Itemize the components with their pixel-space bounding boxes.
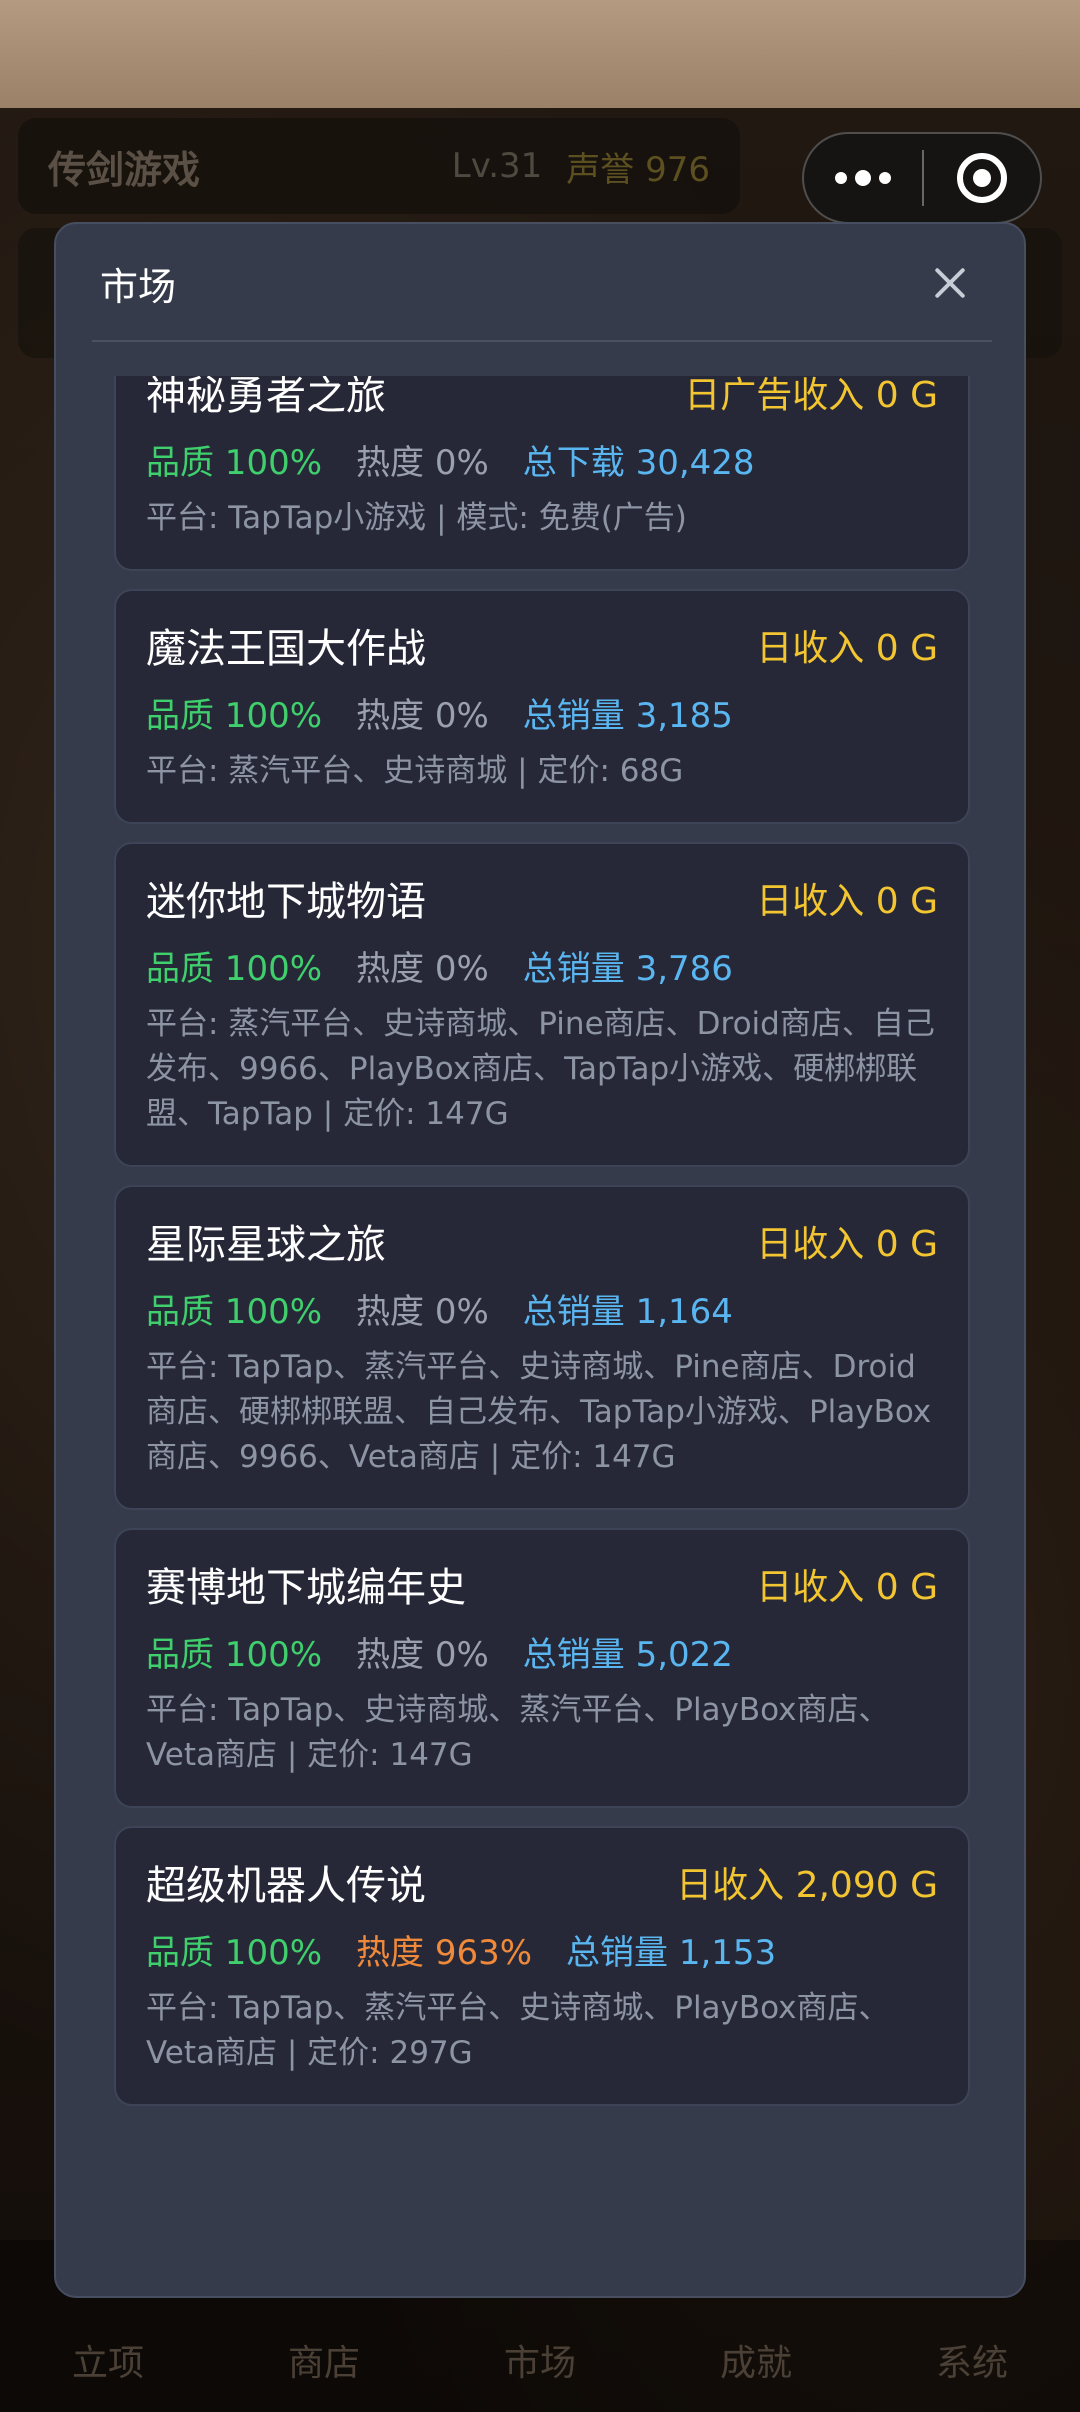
- card-stats: 品质 100% 热度 0% 总销量 3,185: [146, 687, 938, 737]
- daily-income: 日收入 0 G: [756, 628, 938, 669]
- card-header: 超级机器人传说 日收入 2,090 G: [146, 1854, 938, 1910]
- card-stats: 品质 100% 热度 0% 总销量 5,022: [146, 1626, 938, 1676]
- game-card[interactable]: 星际星球之旅 日收入 0 G 品质 100% 热度 0% 总销量 1,164 平…: [114, 1185, 970, 1510]
- game-list: 神秘勇者之旅 日广告收入 0 G 品质 100% 热度 0% 总下载 30,42…: [114, 376, 970, 2124]
- miniprogram-capsule: [802, 132, 1042, 224]
- card-header: 星际星球之旅 日收入 0 G: [146, 1213, 938, 1269]
- card-stats: 品质 100% 热度 0% 总下载 30,428: [146, 434, 938, 484]
- game-name: 迷你地下城物语: [146, 879, 426, 925]
- sales-stat: 总销量 1,164: [522, 1291, 733, 1332]
- daily-income: 日收入 2,090 G: [676, 1865, 938, 1906]
- card-header: 赛博地下城编年史 日收入 0 G: [146, 1556, 938, 1612]
- heat-stat: 热度 0%: [356, 1634, 489, 1675]
- card-stats: 品质 100% 热度 963% 总销量 1,153: [146, 1924, 938, 1974]
- sales-stat: 总销量 3,786: [522, 948, 733, 989]
- quality-stat: 品质 100%: [146, 948, 323, 989]
- hud-title: 传剑游戏: [48, 147, 201, 192]
- game-card[interactable]: 迷你地下城物语 日收入 0 G 品质 100% 热度 0% 总销量 3,786 …: [114, 842, 970, 1167]
- game-name: 神秘勇者之旅: [146, 376, 386, 419]
- quality-stat: 品质 100%: [146, 1634, 323, 1675]
- platform-detail: 平台: TapTap、史诗商城、蒸汽平台、PlayBox商店、Veta商店 | …: [146, 1692, 890, 1773]
- platform-detail: 平台: 蒸汽平台、史诗商城 | 定价: 68G: [146, 753, 684, 789]
- game-name: 超级机器人传说: [146, 1863, 426, 1909]
- target-icon: [957, 153, 1007, 203]
- quality-stat: 品质 100%: [146, 1932, 323, 1973]
- platform-detail: 平台: 蒸汽平台、史诗商城、Pine商店、Droid商店、自己发布、9966、P…: [146, 1006, 935, 1132]
- daily-income: 日广告收入 0 G: [684, 376, 938, 416]
- card-stats: 品质 100% 热度 0% 总销量 3,786: [146, 940, 938, 990]
- nav-item-system[interactable]: 系统: [892, 2334, 1052, 2386]
- platform-detail: 平台: TapTap小游戏 | 模式: 免费(广告): [146, 500, 687, 536]
- nav-item-shop[interactable]: 商店: [244, 2334, 404, 2386]
- nav-item-project[interactable]: 立项: [28, 2334, 188, 2386]
- quality-stat: 品质 100%: [146, 695, 323, 736]
- game-card[interactable]: 赛博地下城编年史 日收入 0 G 品质 100% 热度 0% 总销量 5,022…: [114, 1528, 970, 1808]
- game-name: 赛博地下城编年史: [146, 1565, 466, 1611]
- sales-stat: 总下载 30,428: [522, 442, 755, 483]
- status-area: [0, 0, 1080, 108]
- modal-title: 市场: [100, 264, 177, 309]
- hud-level: Lv.31: [451, 146, 543, 186]
- more-dots-icon: [835, 172, 847, 184]
- quality-stat: 品质 100%: [146, 1291, 323, 1332]
- heat-stat: 热度 0%: [356, 1291, 489, 1332]
- exit-miniprogram-button[interactable]: [924, 134, 1040, 222]
- heat-stat: 热度 963%: [356, 1932, 533, 1973]
- card-header: 迷你地下城物语 日收入 0 G: [146, 870, 938, 926]
- daily-income: 日收入 0 G: [756, 1224, 938, 1265]
- nav-item-market[interactable]: 市场: [460, 2334, 620, 2386]
- heat-stat: 热度 0%: [356, 948, 489, 989]
- modal-header: 市场: [56, 224, 1024, 342]
- header-divider: [92, 340, 992, 342]
- game-card[interactable]: 魔法王国大作战 日收入 0 G 品质 100% 热度 0% 总销量 3,185 …: [114, 589, 970, 824]
- sales-stat: 总销量 5,022: [522, 1634, 733, 1675]
- game-card[interactable]: 神秘勇者之旅 日广告收入 0 G 品质 100% 热度 0% 总下载 30,42…: [114, 376, 970, 571]
- close-icon[interactable]: [928, 261, 972, 305]
- market-modal: 市场 神秘勇者之旅 日广告收入 0 G 品质 100% 热度 0% 总下载 30…: [54, 222, 1026, 2298]
- more-dot-center: [855, 170, 871, 186]
- heat-stat: 热度 0%: [356, 442, 489, 483]
- game-list-scroll[interactable]: 神秘勇者之旅 日广告收入 0 G 品质 100% 热度 0% 总下载 30,42…: [56, 376, 1024, 2276]
- hud-reputation: 声誉 976: [566, 149, 710, 190]
- platform-detail: 平台: TapTap、蒸汽平台、史诗商城、PlayBox商店、Veta商店 | …: [146, 1990, 890, 2071]
- hud-bar: 传剑游戏 Lv.31 声誉 976: [18, 118, 740, 214]
- card-header: 神秘勇者之旅 日广告收入 0 G: [146, 376, 938, 420]
- more-dot-right: [879, 172, 891, 184]
- game-name: 魔法王国大作战: [146, 626, 426, 672]
- nav-item-achievements[interactable]: 成就: [676, 2334, 836, 2386]
- card-stats: 品质 100% 热度 0% 总销量 1,164: [146, 1283, 938, 1333]
- daily-income: 日收入 0 G: [756, 881, 938, 922]
- platform-detail: 平台: TapTap、蒸汽平台、史诗商城、Pine商店、Droid商店、硬梆梆联…: [146, 1349, 932, 1475]
- heat-stat: 热度 0%: [356, 695, 489, 736]
- more-options-button[interactable]: [804, 134, 922, 222]
- quality-stat: 品质 100%: [146, 442, 323, 483]
- daily-income: 日收入 0 G: [756, 1567, 938, 1608]
- sales-stat: 总销量 3,185: [522, 695, 733, 736]
- game-card[interactable]: 超级机器人传说 日收入 2,090 G 品质 100% 热度 963% 总销量 …: [114, 1826, 970, 2106]
- game-name: 星际星球之旅: [146, 1222, 386, 1268]
- card-header: 魔法王国大作战 日收入 0 G: [146, 617, 938, 673]
- target-icon-center: [973, 169, 991, 187]
- sales-stat: 总销量 1,153: [566, 1932, 777, 1973]
